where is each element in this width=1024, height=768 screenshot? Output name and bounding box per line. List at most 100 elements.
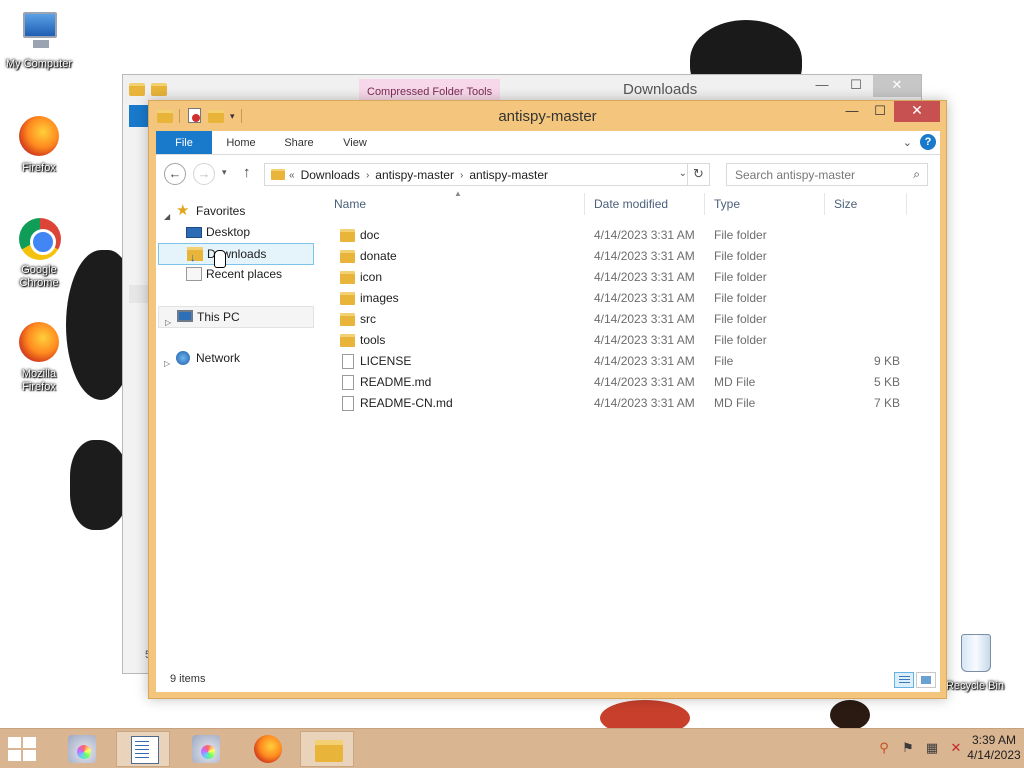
column-header-type[interactable]: Type <box>714 197 740 211</box>
search-icon[interactable]: ⚲ <box>876 740 892 756</box>
column-divider[interactable] <box>824 193 825 215</box>
folder-icon <box>151 83 167 96</box>
up-button[interactable]: ↑ <box>243 164 251 181</box>
nav-label: Favorites <box>196 204 246 218</box>
breadcrumb: « Downloads › antispy-master › antispy-m… <box>289 168 548 182</box>
file-name: README.md <box>360 375 432 389</box>
expand-icon[interactable]: ▷ <box>164 354 170 374</box>
taskbar-item-file-explorer[interactable] <box>300 731 354 767</box>
file-row[interactable]: tools 4/14/2023 3:31 AM File folder <box>326 330 936 351</box>
file-row[interactable]: images 4/14/2023 3:31 AM File folder <box>326 288 936 309</box>
tab-home[interactable]: Home <box>216 131 266 154</box>
breadcrumb-item-antispy-master[interactable]: antispy-master <box>375 168 454 182</box>
tab-view[interactable]: View <box>330 131 380 154</box>
maximize-button[interactable]: ☐ <box>839 75 873 97</box>
explorer-window[interactable]: ▾ antispy-master — ☐ ✕ File Home Share V… <box>148 100 947 699</box>
column-header-date[interactable]: Date modified <box>594 197 668 211</box>
file-type: MD File <box>714 375 756 389</box>
desktop-icon-google-chrome[interactable]: Google Chrome <box>0 214 78 290</box>
large-icons-view-button[interactable] <box>916 672 936 688</box>
file-name: images <box>360 291 399 305</box>
back-button[interactable]: ← <box>164 163 186 185</box>
item-count: 9 items <box>170 673 206 685</box>
file-row[interactable]: README.md 4/14/2023 3:31 AM MD File 5 KB <box>326 372 936 393</box>
clock[interactable]: 3:39 AM 4/14/2023 <box>964 733 1024 763</box>
file-type: File folder <box>714 228 767 242</box>
recent-places-icon <box>186 267 202 281</box>
search-icon[interactable]: ⌕ <box>913 167 920 182</box>
file-row[interactable]: icon 4/14/2023 3:31 AM File folder <box>326 267 936 288</box>
breadcrumb-separator[interactable]: › <box>460 170 463 181</box>
file-type: File folder <box>714 249 767 263</box>
file-name: icon <box>360 270 383 284</box>
start-button[interactable] <box>8 737 38 761</box>
address-bar[interactable]: « Downloads › antispy-master › antispy-m… <box>264 163 710 186</box>
forward-button[interactable]: → <box>193 163 215 185</box>
help-icon[interactable]: ? <box>920 134 936 150</box>
file-type: MD File <box>714 396 756 410</box>
network-icon[interactable]: ▦ <box>924 740 940 756</box>
close-button[interactable]: ✕ <box>894 101 940 122</box>
nav-item-downloads[interactable]: Downloads <box>158 243 314 268</box>
file-row[interactable]: README-CN.md 4/14/2023 3:31 AM MD File 7… <box>326 393 936 414</box>
breadcrumb-item-antispy-master-current[interactable]: antispy-master <box>469 168 548 182</box>
taskbar-item-installer[interactable] <box>54 731 108 767</box>
window-controls: — ☐ ✕ <box>838 101 940 122</box>
nav-item-desktop[interactable]: Desktop <box>160 222 310 244</box>
nav-item-network[interactable]: ▷ Network <box>160 348 310 370</box>
folder-icon <box>271 169 285 180</box>
ribbon: File Home Share View ⌄ ? <box>156 131 940 155</box>
navigation-bar: ← → ▾ ↑ « Downloads › antispy-master › a… <box>156 155 940 193</box>
file-row[interactable]: LICENSE 4/14/2023 3:31 AM File 9 KB <box>326 351 936 372</box>
file-date: 4/14/2023 3:31 AM <box>594 270 695 284</box>
file-date: 4/14/2023 3:31 AM <box>594 312 695 326</box>
expand-ribbon-icon[interactable]: ⌄ <box>903 136 912 149</box>
search-input[interactable]: Search antispy-master ⌕ <box>726 163 928 186</box>
breadcrumb-overflow[interactable]: « <box>289 170 295 181</box>
star-icon: ★ <box>176 202 190 219</box>
breadcrumb-item-downloads[interactable]: Downloads <box>301 168 360 182</box>
details-view-button[interactable] <box>894 672 914 688</box>
file-size: 7 KB <box>873 396 900 410</box>
column-divider[interactable] <box>906 193 907 215</box>
column-divider[interactable] <box>584 193 585 215</box>
column-header-size[interactable]: Size <box>834 197 857 211</box>
nav-item-this-pc[interactable]: ▷ This PC <box>158 306 314 328</box>
expand-icon[interactable]: ▷ <box>165 313 171 333</box>
nav-item-favorites[interactable]: ◢ ★ Favorites <box>160 201 310 223</box>
volume-muted-icon[interactable]: ✕ <box>948 740 964 756</box>
desktop-icon-recycle-bin[interactable]: Recycle Bin <box>936 630 1014 693</box>
desktop-icon-label: Firefox <box>22 162 56 174</box>
taskbar-item-notepad[interactable] <box>116 731 170 767</box>
close-button[interactable]: ✕ <box>873 75 921 97</box>
firefox-icon <box>254 735 282 763</box>
window-content: File Home Share View ⌄ ? ← → ▾ ↑ « Downl… <box>156 131 940 692</box>
tab-share[interactable]: Share <box>274 131 324 154</box>
minimize-button[interactable]: — <box>838 101 866 122</box>
nav-item-recent-places[interactable]: Recent places <box>160 264 310 286</box>
recent-locations-dropdown[interactable]: ▾ <box>222 167 227 178</box>
tab-file[interactable]: File <box>156 131 212 154</box>
titlebar[interactable]: ▾ antispy-master — ☐ ✕ <box>149 101 946 131</box>
refresh-button[interactable]: ↻ <box>687 164 709 185</box>
file-row[interactable]: donate 4/14/2023 3:31 AM File folder <box>326 246 936 267</box>
file-row[interactable]: src 4/14/2023 3:31 AM File folder <box>326 309 936 330</box>
column-header-name[interactable]: Name <box>334 197 366 211</box>
column-divider[interactable] <box>704 193 705 215</box>
file-name: doc <box>360 228 380 242</box>
background-window-title: Downloads <box>623 81 698 98</box>
status-bar: 9 items <box>156 668 940 692</box>
taskbar-item-firefox[interactable] <box>240 731 294 767</box>
desktop-icon-firefox[interactable]: Firefox <box>0 112 78 175</box>
maximize-button[interactable]: ☐ <box>866 101 894 122</box>
desktop-icon-my-computer[interactable]: My Computer <box>0 8 78 71</box>
flag-icon[interactable]: ⚑ <box>900 740 916 756</box>
file-explorer-icon <box>315 740 343 762</box>
desktop-icon-mozilla-firefox[interactable]: Mozilla Firefox <box>0 318 78 394</box>
file-row[interactable]: doc 4/14/2023 3:31 AM File folder <box>326 225 936 246</box>
breadcrumb-separator[interactable]: › <box>366 170 369 181</box>
taskbar-item-installer-2[interactable] <box>178 731 232 767</box>
desktop-icon-label: My Computer <box>5 58 73 70</box>
minimize-button[interactable]: — <box>805 75 839 97</box>
address-dropdown[interactable]: ⌄ <box>679 168 687 179</box>
